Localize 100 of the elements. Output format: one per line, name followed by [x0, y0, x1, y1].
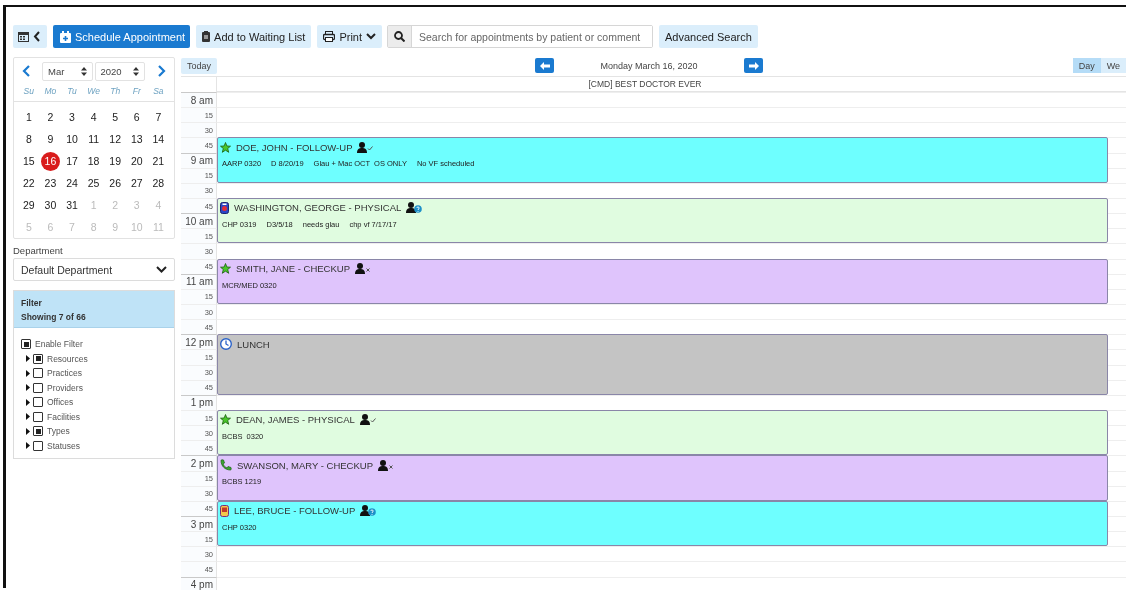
- calendar-day[interactable]: 3: [62, 108, 82, 127]
- calendar-day[interactable]: 22: [19, 174, 39, 193]
- calendar-day[interactable]: 30: [40, 196, 60, 215]
- calendar-day[interactable]: 26: [105, 174, 125, 193]
- checkbox[interactable]: [21, 339, 31, 350]
- clock-icon: [220, 338, 232, 351]
- clipboard-icon: [202, 31, 211, 42]
- person-x-icon: [355, 263, 371, 275]
- today-button[interactable]: Today: [181, 57, 217, 74]
- weekday-label: Th: [109, 85, 122, 98]
- calendar-day[interactable]: 17: [62, 152, 82, 171]
- updown-icon: [133, 66, 139, 76]
- chevron-left-icon: [33, 31, 40, 42]
- date-heading: Monday March 16, 2020: [599, 60, 699, 71]
- weekday-label: Fr: [131, 85, 142, 98]
- calendar-day[interactable]: 19: [105, 152, 125, 171]
- calendar-day[interactable]: 20: [127, 152, 147, 171]
- updown-icon: [80, 66, 87, 76]
- calendar-day[interactable]: 14: [148, 130, 168, 149]
- month-select[interactable]: Mar: [42, 61, 93, 81]
- calendar-day[interactable]: 4: [84, 108, 104, 127]
- advanced-search-button[interactable]: Advanced Search: [659, 25, 758, 48]
- calendar-day[interactable]: 11: [84, 130, 104, 149]
- checkbox-label: Practices: [47, 368, 82, 379]
- calendar-day[interactable]: 24: [62, 174, 82, 193]
- calendar-day[interactable]: 2: [40, 108, 60, 127]
- calendar-day[interactable]: 9: [40, 130, 60, 149]
- calendar-day[interactable]: 31: [62, 196, 82, 215]
- appointment-title: DEAN, JAMES - PHYSICAL: [236, 414, 355, 426]
- person-check-icon: [359, 414, 376, 426]
- star-icon: [220, 414, 231, 426]
- calendar-day[interactable]: 23: [40, 174, 60, 193]
- person-check-icon: [357, 141, 374, 153]
- time-label: 3 pm: [190, 518, 213, 530]
- chevron-right-icon: [158, 65, 166, 77]
- star-icon: [220, 141, 231, 153]
- calendar-day[interactable]: 13: [127, 130, 147, 149]
- person-question-icon: [360, 505, 377, 517]
- checkbox[interactable]: [33, 353, 43, 364]
- checkbox[interactable]: [33, 440, 43, 451]
- weekday-label: Tu: [66, 85, 78, 98]
- calendar-day[interactable]: 5: [105, 108, 125, 127]
- checkbox-label: Offices: [47, 397, 74, 408]
- calendar-day[interactable]: 21: [148, 152, 168, 171]
- checkbox-label: Providers: [47, 382, 83, 393]
- filter-title: Filter: [21, 297, 43, 310]
- caret-icon: [366, 33, 377, 40]
- person-question-icon: [406, 202, 423, 214]
- calendar-day[interactable]: 25: [84, 174, 104, 193]
- print-button[interactable]: Print: [317, 25, 383, 48]
- calendar-day[interactable]: 15: [19, 152, 39, 171]
- weekday-label: Su: [22, 85, 35, 98]
- checkbox[interactable]: [33, 382, 43, 393]
- time-label: 11 am: [185, 276, 213, 288]
- calendar-day[interactable]: 8: [19, 130, 39, 149]
- view-tab[interactable]: Day: [1072, 58, 1101, 73]
- calendar-day[interactable]: 12: [105, 130, 125, 149]
- appointment-title: DOE, JOHN - FOLLOW-UP: [236, 141, 353, 153]
- weekday-label: Sa: [152, 85, 165, 98]
- checkbox[interactable]: [33, 411, 43, 422]
- chevron-left-icon: [22, 65, 30, 77]
- calendar-day[interactable]: 27: [127, 174, 147, 193]
- chevron-down-icon: [156, 266, 167, 273]
- calendar-day[interactable]: 1: [19, 108, 39, 127]
- checkbox-label: Statuses: [47, 440, 81, 451]
- checkbox[interactable]: [33, 426, 43, 437]
- view-tab[interactable]: We: [1100, 58, 1126, 73]
- calendar-day[interactable]: 16: [40, 152, 60, 171]
- time-label: 1 pm: [190, 397, 213, 409]
- calendar-day[interactable]: 18: [84, 152, 104, 171]
- schedule-appointment-button[interactable]: Schedule Appointment: [53, 25, 191, 48]
- checkbox-label: Resources: [47, 353, 88, 364]
- calendar-day[interactable]: 6: [127, 108, 147, 127]
- year-select[interactable]: 2020: [94, 61, 145, 81]
- appointment-title: SMITH, JANE - CHECKUP: [236, 263, 350, 275]
- checkbox[interactable]: [33, 368, 43, 379]
- calendar-back-button[interactable]: [13, 25, 47, 48]
- calendar-day[interactable]: 10: [62, 130, 82, 149]
- appointment-card[interactable]: LUNCH: [217, 334, 1108, 395]
- department-select[interactable]: Default Department: [13, 258, 175, 281]
- search-field[interactable]: Search for appointments by patient or comment: [387, 25, 654, 48]
- appointment-title: LUNCH: [237, 338, 270, 350]
- add-to-waiting-list-button[interactable]: Add to Waiting List: [196, 25, 312, 48]
- appointment-title: LEE, BRUCE - FOLLOW-UP: [234, 505, 356, 517]
- phone-icon: [220, 459, 232, 472]
- checkbox-label: Enable Filter: [35, 339, 83, 350]
- checkbox[interactable]: [33, 397, 43, 408]
- card-icon: [220, 504, 229, 517]
- appointment-title: SWANSON, MARY - CHECKUP: [237, 459, 373, 471]
- time-label: 12 pm: [185, 336, 213, 348]
- badge-icon: [220, 202, 229, 214]
- time-label: 9 am: [190, 155, 213, 167]
- calendar-day[interactable]: 7: [148, 108, 168, 127]
- printer-icon: [323, 31, 336, 42]
- previous-day-button[interactable]: [535, 58, 554, 73]
- arrow-left-icon: [539, 61, 550, 70]
- time-label: 10 am: [185, 215, 213, 227]
- next-day-button[interactable]: [744, 58, 763, 73]
- calendar-day[interactable]: 29: [19, 196, 39, 215]
- calendar-day[interactable]: 28: [148, 174, 168, 193]
